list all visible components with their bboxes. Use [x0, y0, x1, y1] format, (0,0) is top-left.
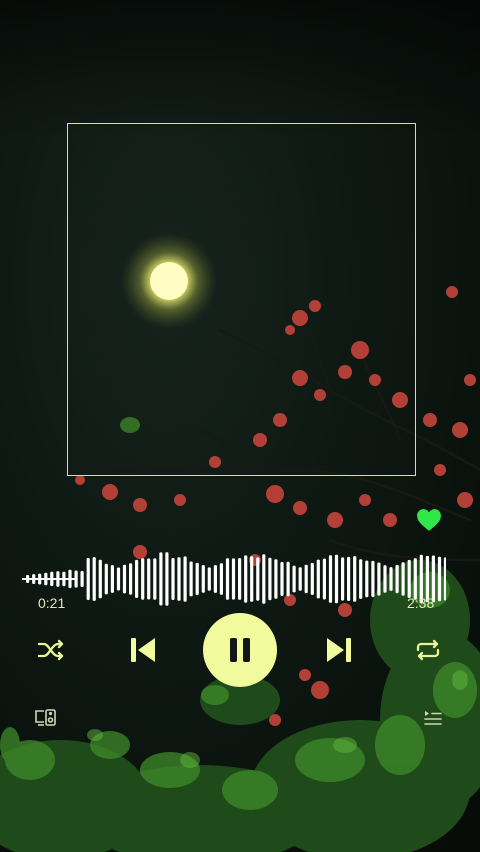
waveform-bar [238, 558, 242, 600]
waveform-bar [316, 559, 320, 599]
waveform-bar [135, 559, 139, 598]
waveform-bar [383, 565, 387, 593]
waveform-bar [286, 561, 290, 597]
queue-icon [424, 711, 442, 725]
waveform-bar [231, 558, 236, 600]
waveform-bar [201, 565, 205, 593]
waveform-bar [207, 567, 211, 591]
waveform-bar [292, 565, 296, 593]
waveform-bar [98, 559, 102, 599]
waveform-bar [189, 561, 193, 597]
waveform-bar [274, 559, 278, 599]
waveform-bar [171, 558, 175, 600]
waveform-bar [110, 565, 114, 593]
repeat-icon [416, 639, 440, 661]
shuffle-button[interactable] [34, 634, 68, 666]
devices-button[interactable] [32, 706, 60, 730]
waveform-bar [159, 552, 163, 606]
queue-button[interactable] [420, 706, 446, 730]
waveform-bar [183, 556, 187, 602]
waveform-bar [407, 559, 411, 598]
waveform-bar [177, 557, 181, 601]
waveform-bar [92, 557, 96, 601]
skip-previous-icon [131, 638, 155, 662]
waveform-bar [250, 556, 254, 602]
album-art-frame [67, 123, 416, 476]
waveform-bar [268, 557, 272, 601]
waveform-bar [165, 552, 169, 606]
heart-icon [417, 509, 441, 531]
pause-icon [230, 638, 250, 662]
waveform-bar [153, 558, 157, 600]
waveform-bar [401, 562, 405, 596]
waveform-bar [437, 556, 442, 602]
waveform-bar [389, 567, 393, 591]
waveform-bar [225, 558, 230, 600]
waveform-bar [80, 571, 84, 587]
waveform-bar [353, 556, 357, 602]
waveform-bar [262, 554, 266, 604]
elapsed-time: 0:21 [38, 595, 66, 611]
waveform-bar [86, 558, 90, 600]
waveform-bar [341, 557, 345, 601]
waveform-bar [256, 557, 260, 601]
progress-fill [22, 578, 78, 580]
waveform-bar [141, 558, 145, 600]
devices-icon [35, 709, 56, 726]
waveform-bar [104, 563, 108, 595]
waveform-bar [310, 562, 314, 595]
waveform-bar [244, 555, 248, 603]
like-button[interactable] [416, 508, 442, 532]
repeat-button[interactable] [411, 634, 445, 666]
waveform-bar [280, 562, 284, 596]
waveform-bar [129, 563, 133, 595]
play-pause-button[interactable] [203, 613, 277, 687]
waveform-bar [334, 554, 339, 604]
waveform-bar [304, 564, 308, 594]
waveform-bar [395, 564, 399, 594]
waveform-bar [365, 560, 369, 598]
waveform-bar [371, 560, 375, 598]
waveform-bar [443, 557, 446, 601]
waveform-bar [122, 564, 127, 594]
waveform-bar [328, 555, 333, 603]
waveform-bar [347, 556, 351, 601]
waveform-bar [359, 559, 363, 599]
waveform-bar [147, 558, 151, 600]
shuffle-icon [37, 639, 64, 661]
waveform-bar [298, 567, 302, 591]
waveform-bar [213, 565, 217, 593]
waveform-bar [219, 563, 223, 595]
waveform-bar [116, 567, 121, 591]
total-time: 2:38 [407, 595, 435, 611]
next-button[interactable] [322, 631, 356, 669]
waveform-bar [413, 558, 417, 600]
waveform-bar [195, 562, 199, 596]
waveform-bar [322, 558, 326, 600]
previous-button[interactable] [126, 631, 160, 669]
waveform-seekbar[interactable] [22, 546, 446, 616]
waveform-bar [377, 562, 381, 596]
skip-next-icon [327, 638, 351, 662]
